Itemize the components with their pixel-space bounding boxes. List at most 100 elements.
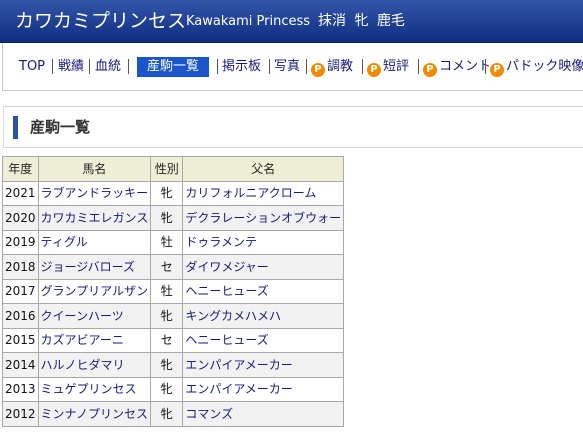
tab-bulletin-board[interactable]: 掲示板: [222, 57, 261, 77]
horse-name-link[interactable]: ラブアンドラッキー: [41, 186, 149, 200]
cell-year: 2013: [2, 376, 39, 402]
tab-training-label: 調教: [327, 59, 354, 74]
horse-status-sex-color: 抹消 牝 鹿毛: [318, 13, 405, 29]
nav-divider: [306, 59, 307, 74]
sire-name-link[interactable]: エンパイアメーカー: [185, 382, 292, 396]
tab-photos[interactable]: 写真: [274, 57, 300, 77]
cell-year: 2018: [2, 254, 39, 280]
cell-horse-name: ミュゲプリンセス: [37, 376, 152, 402]
cell-sire: カリフォルニアクローム: [182, 180, 345, 206]
cell-horse-name: ティグル: [37, 229, 152, 255]
table-row: 2017 グランプリアルザン 牡 ヘニーヒューズ: [2, 278, 345, 304]
horse-name-link[interactable]: カズアビアーニ: [41, 333, 124, 347]
tab-training[interactable]: P 調教: [311, 57, 353, 77]
table-row: 2016 クイーンハーツ 牝 キングカメハメハ: [2, 303, 345, 329]
p-badge-icon: P: [423, 63, 437, 77]
table-row: 2020 カワカミエレガンス 牝 デクラレーションオブウォー: [2, 205, 345, 231]
horse-name-link[interactable]: クイーンハーツ: [41, 309, 124, 323]
p-badge-icon: P: [367, 63, 381, 77]
tab-navigation: TOP 戦績 血統 産駒一覧 掲示板 写真 P 調教 P 短評 P コメント P パドッ…: [2, 43, 583, 91]
cell-year: 2016: [2, 303, 39, 329]
cell-sex: 牝: [150, 180, 184, 206]
column-header-sex: 性別: [150, 156, 184, 182]
cell-year: 2021: [2, 180, 39, 206]
cell-sire: ダイワメジャー: [182, 254, 345, 280]
tab-paddock-video-label: パドック映像: [506, 59, 583, 74]
column-header-sire: 父名: [182, 156, 345, 182]
cell-year: 2014: [2, 352, 39, 378]
cell-horse-name: ジョージバローズ: [37, 254, 152, 280]
sire-name-link[interactable]: デクラレーションオブウォー: [185, 211, 341, 225]
horse-name-link[interactable]: カワカミエレガンス: [41, 211, 149, 225]
horse-name-link[interactable]: グランプリアルザン: [41, 284, 149, 298]
sire-name-link[interactable]: エンパイアメーカー: [185, 358, 292, 372]
sire-name-link[interactable]: ドゥラメンテ: [185, 235, 257, 249]
column-header-horse-name: 馬名: [37, 156, 152, 182]
cell-sex: 牝: [150, 205, 184, 231]
nav-divider: [217, 59, 218, 74]
cell-sire: ドゥラメンテ: [182, 229, 345, 255]
sire-name-link[interactable]: ヘニーヒューズ: [185, 284, 268, 298]
p-badge-icon: P: [311, 63, 325, 77]
title-bar: カワカミプリンセス Kawakami Princess 抹消 牝 鹿毛: [0, 0, 583, 43]
offspring-table: 年度 馬名 性別 父名 2021 ラブアンドラッキー 牝 カリフォルニアクローム…: [2, 156, 345, 427]
table-row: 2015 カズアビアーニ セ ヘニーヒューズ: [2, 327, 345, 353]
cell-sex: 牝: [150, 303, 184, 329]
nav-divider: [269, 59, 270, 74]
cell-year: 2012: [2, 401, 39, 427]
tab-short-review[interactable]: P 短評: [367, 57, 409, 77]
sire-name-link[interactable]: カリフォルニアクローム: [185, 186, 316, 200]
tab-offspring-list[interactable]: 産駒一覧: [137, 57, 210, 77]
cell-sex: 牝: [150, 401, 184, 427]
sire-name-link[interactable]: キングカメハメハ: [185, 309, 281, 323]
column-header-year: 年度: [2, 156, 39, 182]
table-row: 2013 ミュゲプリンセス 牝 エンパイアメーカー: [2, 376, 345, 402]
horse-name-link[interactable]: ハルノヒダマリ: [41, 358, 125, 372]
tab-paddock-video[interactable]: P パドック映像: [490, 57, 583, 77]
sire-name-link[interactable]: ダイワメジャー: [185, 260, 268, 274]
cell-horse-name: グランプリアルザン: [37, 278, 152, 304]
cell-sex: 牡: [150, 229, 184, 255]
tab-comments[interactable]: P コメント: [423, 57, 491, 77]
sire-name-link[interactable]: コマンズ: [185, 407, 233, 421]
sire-name-link[interactable]: ヘニーヒューズ: [185, 333, 268, 347]
nav-divider: [485, 59, 486, 74]
section-header: 産駒一覧: [3, 106, 583, 148]
cell-sire: ヘニーヒューズ: [182, 327, 345, 353]
horse-name-english: Kawakami Princess: [186, 14, 311, 29]
cell-sex: セ: [150, 327, 184, 353]
cell-year: 2019: [2, 229, 39, 255]
horse-name-link[interactable]: ミュゲプリンセス: [41, 382, 137, 396]
horse-name-link[interactable]: ティグル: [41, 235, 88, 249]
table-row: 2018 ジョージバローズ セ ダイワメジャー: [2, 254, 345, 280]
cell-sex: 牡: [150, 278, 184, 304]
cell-sire: エンパイアメーカー: [182, 376, 345, 402]
tab-top[interactable]: TOP: [19, 57, 45, 77]
cell-horse-name: ラブアンドラッキー: [37, 180, 152, 206]
cell-horse-name: クイーンハーツ: [37, 303, 152, 329]
horse-name-link[interactable]: ミンナノプリンセス: [41, 407, 148, 421]
table-row: 2014 ハルノヒダマリ 牝 エンパイアメーカー: [2, 352, 345, 378]
cell-horse-name: カワカミエレガンス: [37, 205, 152, 231]
cell-sire: デクラレーションオブウォー: [182, 205, 345, 231]
nav-divider: [128, 59, 129, 74]
section-title: 産駒一覧: [30, 118, 91, 136]
page-header: カワカミプリンセス Kawakami Princess 抹消 牝 鹿毛 TOP …: [0, 0, 583, 96]
cell-sex: 牝: [150, 352, 184, 378]
nav-divider: [52, 59, 53, 74]
nav-divider: [89, 59, 90, 74]
nav-divider: [418, 59, 419, 74]
tab-pedigree[interactable]: 血統: [95, 57, 121, 77]
tab-race-record[interactable]: 戦績: [58, 57, 84, 77]
cell-sex: セ: [150, 254, 184, 280]
cell-horse-name: ミンナノプリンセス: [37, 401, 152, 427]
cell-year: 2020: [2, 205, 39, 231]
cell-sire: キングカメハメハ: [182, 303, 345, 329]
table-row: 2021 ラブアンドラッキー 牝 カリフォルニアクローム: [2, 180, 345, 206]
horse-name-link[interactable]: ジョージバローズ: [41, 260, 135, 274]
table-row: 2012 ミンナノプリンセス 牝 コマンズ: [2, 401, 345, 427]
table-row: 2019 ティグル 牡 ドゥラメンテ: [2, 229, 345, 255]
horse-name-japanese: カワカミプリンセス: [15, 10, 187, 32]
cell-sire: コマンズ: [182, 401, 345, 427]
tab-comments-label: コメント: [439, 59, 492, 74]
